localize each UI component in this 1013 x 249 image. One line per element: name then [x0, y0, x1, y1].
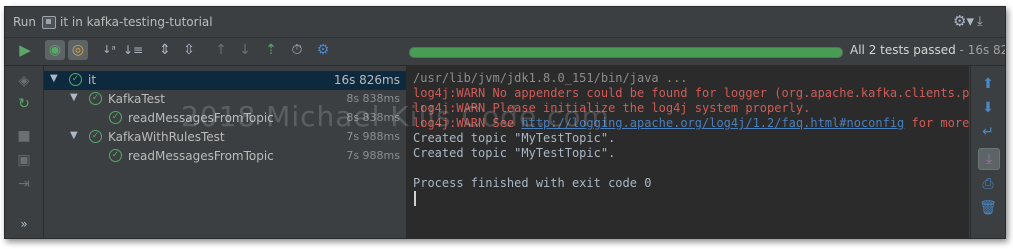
print-icon[interactable]: ⎙	[978, 174, 998, 194]
prev-failed-icon[interactable]: ↑	[211, 40, 231, 60]
next-failed-icon[interactable]: ↓	[235, 40, 255, 60]
test-toolbar: ▶ ◉ ◎ ↓ᵃ ↓≡ ⇕ ⇳ ↑ ↓ ⇡ ⏱ ⚙ All 2 tests pa…	[5, 38, 1005, 66]
test-tree: ▼ ✓ it 16s 826ms ▼ ✓ KafkaTest 8s 838ms …	[44, 66, 407, 238]
camera-icon[interactable]: ▣	[14, 150, 34, 170]
junit-config-icon	[42, 16, 56, 29]
collapse-all-icon[interactable]: ⇳	[179, 40, 199, 60]
tree-test-time: 7s 988ms	[346, 149, 400, 162]
stop-icon[interactable]: ■	[14, 126, 34, 146]
exit-icon[interactable]: ⇥	[14, 174, 34, 194]
rerun-failed-icon[interactable]: ◈	[14, 71, 34, 91]
soft-wrap-icon[interactable]: ↵	[978, 122, 998, 142]
test-progress-bar	[409, 47, 843, 58]
left-action-strip: ◈ ↻ ■ ▣ ⇥ »	[5, 66, 44, 238]
passed-icon: ✓	[109, 111, 122, 124]
passed-icon: ✓	[109, 149, 122, 162]
run-tool-window: Run it in kafka-testing-tutorial ⚙▾ ⤓ ▶ …	[4, 6, 1006, 239]
settings-icon[interactable]: ⚙	[313, 40, 333, 60]
tree-root-label: it	[88, 73, 97, 87]
tree-root-row[interactable]: ▼ ✓ it 16s 826ms	[44, 71, 406, 90]
right-action-strip: ⬆ ⬇ ↵ ⤓ ⎙ 🗑	[970, 66, 1005, 238]
chevron-down-icon[interactable]: ▼	[70, 92, 78, 103]
show-passed-icon[interactable]: ◉	[45, 40, 65, 60]
tree-test-row[interactable]: ✓ readMessagesFromTopic 7s 988ms	[44, 147, 406, 166]
toggle-autotest-icon[interactable]: ↻	[14, 94, 34, 114]
tree-test-label: readMessagesFromTopic	[128, 149, 274, 163]
scroll-up-icon[interactable]: ⬆	[978, 74, 998, 94]
passed-icon: ✓	[89, 130, 102, 143]
tree-class-label: KafkaTest	[108, 92, 165, 106]
console-line: /usr/lib/jvm/jdk1.8.0_151/bin/java ...	[413, 71, 688, 85]
chevron-down-icon[interactable]: ▼	[70, 130, 78, 141]
console-line: log4j:WARN No appenders could be found f…	[413, 86, 969, 100]
status-time: - 16s 82	[955, 43, 1006, 57]
chevron-down-icon[interactable]: ▼	[50, 73, 58, 84]
export-icon[interactable]: ⇡	[261, 40, 281, 60]
sort-alpha-icon[interactable]: ↓ᵃ	[99, 40, 119, 60]
passed-icon: ✓	[89, 92, 102, 105]
passed-icon: ✓	[69, 73, 82, 86]
test-status: All 2 tests passed - 16s 82	[850, 43, 1006, 57]
gear-icon[interactable]: ⚙▾	[953, 12, 974, 30]
text-caret	[414, 191, 416, 206]
console-line: Created topic "MyTestTopic".	[413, 146, 616, 160]
console-output[interactable]: /usr/lib/jvm/jdk1.8.0_151/bin/java ... l…	[407, 66, 969, 238]
expand-all-icon[interactable]: ⇕	[155, 40, 175, 60]
trash-icon[interactable]: 🗑	[978, 198, 998, 218]
title-bar: Run it in kafka-testing-tutorial ⚙▾ ⤓	[5, 7, 1005, 38]
run-config-name[interactable]: it in kafka-testing-tutorial	[60, 15, 213, 29]
scroll-to-end-icon[interactable]: ⤓	[978, 148, 1000, 170]
import-history-icon[interactable]: ⏱	[287, 40, 307, 60]
console-text: for more in	[911, 116, 970, 130]
status-text: All 2 tests passed	[850, 43, 956, 57]
hide-icon[interactable]: ⤓	[977, 14, 983, 29]
scroll-down-icon[interactable]: ⬇	[978, 98, 998, 118]
tree-root-time: 16s 826ms	[333, 73, 400, 87]
show-ignored-icon[interactable]: ◎	[68, 40, 88, 60]
play-icon[interactable]: ▶	[15, 40, 35, 60]
watermark: 2018 Michael Kills Code.com	[181, 100, 610, 133]
run-label: Run	[13, 15, 37, 29]
sort-duration-icon[interactable]: ↓≡	[123, 40, 143, 60]
console-line: Process finished with exit code 0	[413, 176, 652, 190]
console-line: Created topic "MyTestTopic".	[413, 131, 616, 145]
more-icon[interactable]: »	[14, 214, 34, 234]
